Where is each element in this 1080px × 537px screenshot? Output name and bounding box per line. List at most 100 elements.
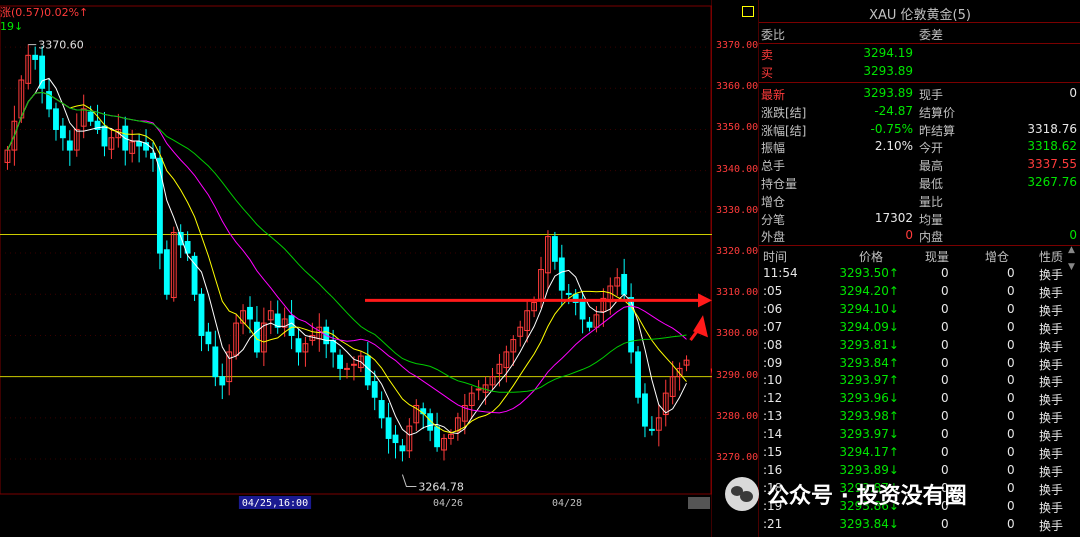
settings-box-icon[interactable] <box>742 6 754 17</box>
tick-nature: 换手 <box>1039 303 1064 318</box>
tick-row[interactable]: :12 3293.96↓ 0 0 换手 <box>759 390 1080 408</box>
tick-time: :16 <box>763 462 783 477</box>
wechat-icon <box>725 477 759 511</box>
tick-row[interactable]: :05 3294.20↑ 0 0 换手 <box>759 283 1080 301</box>
tick-time: :08 <box>763 337 783 352</box>
tick-time: :05 <box>763 283 783 298</box>
candle-body <box>351 363 357 366</box>
sell-label: 卖 <box>761 48 774 62</box>
stat-row: 涨跌[结] -24.87 结算价 <box>759 103 1080 121</box>
candle-body <box>392 434 399 444</box>
tick-row[interactable]: :21 3293.84↓ 0 0 换手 <box>759 516 1080 534</box>
tick-price: 3294.17↑ <box>839 445 899 459</box>
tick-price: 3293.89↓ <box>839 462 899 477</box>
weibi-row: 委比 委差 <box>759 25 1080 43</box>
tick-position: 0 <box>1007 337 1015 352</box>
candlestick-chart[interactable]: 3370.603264.783293.8904/25,16:0004/2604/… <box>0 0 712 537</box>
tick-qty: 0 <box>941 319 949 334</box>
candle-body <box>399 445 406 452</box>
ticks-header-cell: 性质 <box>1039 250 1064 264</box>
tick-qty: 0 <box>941 462 949 477</box>
tick-row[interactable]: :15 3294.17↑ 0 0 换手 <box>759 444 1080 462</box>
stat-label: 持仓量 <box>761 177 798 191</box>
tick-qty: 0 <box>941 283 949 298</box>
buy-price: 3293.89 <box>863 64 913 78</box>
tick-time: :10 <box>763 373 783 388</box>
tick-position: 0 <box>1007 319 1015 334</box>
scroll-down-icon[interactable]: ▼ <box>1068 262 1078 272</box>
tick-time: :12 <box>763 391 783 406</box>
chart-area[interactable]: 3370.603264.783293.8904/25,16:0004/2604/… <box>0 0 758 537</box>
candle-body <box>247 306 253 320</box>
tick-time: 11:54 <box>763 266 798 280</box>
tick-position: 0 <box>1007 409 1015 424</box>
stat-label: 最高 <box>919 159 944 174</box>
stat-value: 3267.76 <box>1027 175 1077 189</box>
candle-body <box>364 355 371 386</box>
tick-nature: 换手 <box>1039 357 1064 372</box>
tick-position: 0 <box>1007 283 1015 298</box>
weicha-label: 委差 <box>919 28 944 42</box>
candle-body <box>198 293 205 336</box>
tick-row[interactable]: :07 3294.09↓ 0 0 换手 <box>759 319 1080 337</box>
candle-body <box>621 273 628 295</box>
watermark-text: 公众号 · 投资没有圈 <box>767 484 967 509</box>
candle-body <box>648 428 655 431</box>
tick-position: 0 <box>1007 301 1015 316</box>
tick-price: 3293.98↑ <box>839 409 899 424</box>
scrollbar-thumb <box>688 497 710 509</box>
stat-value: -0.75% <box>870 121 913 136</box>
stat-value: 3318.62 <box>1027 139 1077 154</box>
stat-row: 持仓量 最低 3267.76 <box>759 174 1080 192</box>
tick-row[interactable]: :08 3293.81↓ 0 0 换手 <box>759 337 1080 355</box>
stat-value: -24.87 <box>874 103 913 118</box>
stat-label: 振幅 <box>761 141 786 156</box>
candle-body <box>371 381 378 398</box>
candle-body <box>344 367 350 370</box>
tick-nature: 换手 <box>1039 339 1064 354</box>
candle-body <box>642 393 648 427</box>
tick-qty: 0 <box>941 427 949 442</box>
stat-label: 最新 <box>761 88 786 102</box>
low-marker <box>401 474 417 488</box>
stat-value: 2.10% <box>874 139 913 154</box>
candle-body <box>558 257 565 291</box>
scroll-up-icon[interactable]: ▲ <box>1068 245 1078 255</box>
tick-position: 0 <box>1007 373 1015 388</box>
stat-label: 最低 <box>919 177 944 191</box>
tick-price: 3293.84↑ <box>839 355 899 370</box>
ticks-header-cell: 时间 <box>763 250 788 264</box>
x-date-label: 04/26 <box>433 498 463 509</box>
tick-row[interactable]: :06 3294.10↓ 0 0 换手 <box>759 301 1080 319</box>
candle-body <box>53 108 59 130</box>
stat-value: 3318.76 <box>1027 121 1077 136</box>
tick-row[interactable]: :09 3293.84↑ 0 0 换手 <box>759 355 1080 373</box>
candle-body <box>378 400 385 419</box>
candle-body <box>59 125 66 139</box>
tick-row[interactable]: :10 3293.97↑ 0 0 换手 <box>759 372 1080 390</box>
ticks-header-cell: 价格 <box>859 250 884 264</box>
tick-price: 3294.10↓ <box>839 301 899 316</box>
tick-row[interactable]: 11:54 3293.50↑ 0 0 换手 <box>759 265 1080 283</box>
candle-body <box>87 111 94 122</box>
candle-body <box>586 321 593 328</box>
tick-nature: 换手 <box>1039 375 1064 390</box>
tick-row[interactable]: :13 3293.98↑ 0 0 换手 <box>759 408 1080 426</box>
x-date-label: 04/28 <box>552 498 582 509</box>
tick-time: :21 <box>763 516 783 531</box>
tick-position: 0 <box>1007 462 1015 477</box>
stat-label: 量比 <box>919 194 944 209</box>
candle-body <box>66 140 73 151</box>
tick-time: :06 <box>763 301 783 316</box>
tick-nature: 换手 <box>1039 321 1064 336</box>
tick-time: :15 <box>763 445 783 459</box>
arrow-head-icon <box>698 293 712 308</box>
ticks-header-cell: 现量 <box>925 250 950 264</box>
candle-body <box>551 236 558 262</box>
tick-price: 3294.20↑ <box>839 283 899 298</box>
divider <box>759 245 1080 246</box>
tick-row[interactable]: :14 3293.97↓ 0 0 换手 <box>759 426 1080 444</box>
tick-price: 3293.97↓ <box>839 427 899 442</box>
tick-time: :13 <box>763 409 783 424</box>
high-label: 3370.60 <box>38 39 84 52</box>
